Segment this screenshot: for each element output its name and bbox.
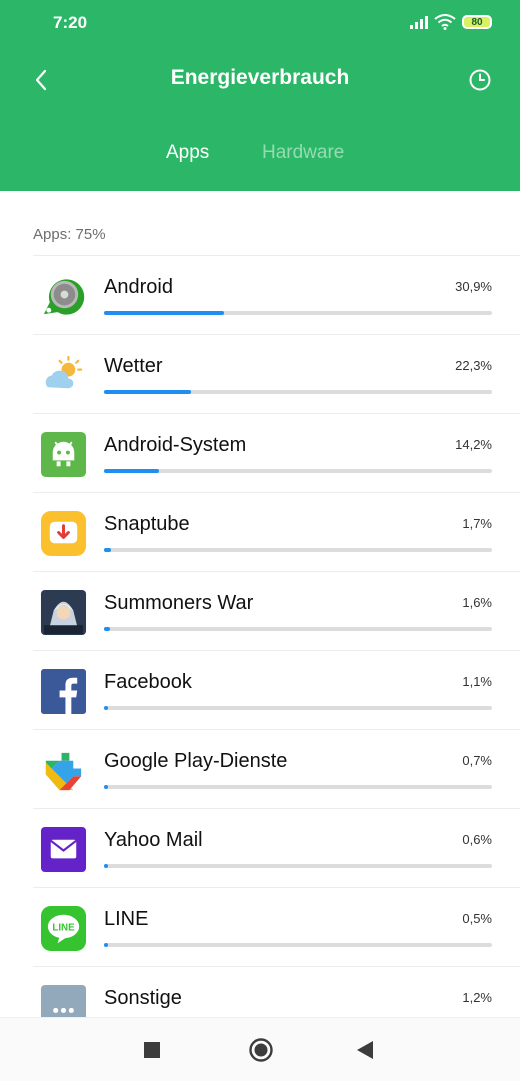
status-time: 7:20 — [53, 13, 88, 32]
back-icon[interactable] — [355, 1040, 375, 1060]
google-play-services-icon — [45, 752, 82, 791]
usage-bar-track — [104, 785, 492, 789]
status-icons: 80 — [410, 13, 492, 31]
app-name: Wetter — [104, 355, 163, 377]
usage-bar-track — [104, 627, 492, 631]
facebook-icon — [40, 668, 87, 715]
list-item[interactable]: Google Play-Dienste 0,7% — [33, 729, 520, 809]
list-item[interactable]: Yahoo Mail 0,6% — [33, 808, 520, 888]
recents-icon[interactable] — [143, 1041, 161, 1059]
app-percent: 1,7% — [462, 516, 492, 531]
tab-hardware[interactable]: Hardware — [262, 142, 344, 164]
usage-bar — [104, 469, 160, 473]
app-percent: 1,6% — [462, 595, 492, 610]
line-icon: LINE — [40, 905, 87, 952]
yahoo-mail-icon — [40, 826, 87, 873]
usage-bar-track — [104, 706, 492, 710]
usage-bar-track — [104, 864, 492, 868]
usage-bar-track — [104, 548, 492, 552]
list-item[interactable]: LINE LINE 0,5% — [33, 887, 520, 967]
app-percent: 0,6% — [462, 832, 492, 847]
battery-icon: 80 — [462, 15, 492, 29]
list-item[interactable]: Android 30,9% — [33, 255, 520, 335]
app-list: Android 30,9% Wetter 22,3% Android-Syste… — [0, 255, 520, 1017]
usage-bar — [104, 943, 108, 947]
list-item[interactable]: Sonstige 1,2% — [33, 966, 520, 1017]
app-header: 7:20 80 Energieverbrauch Apps Hardware — [0, 0, 520, 191]
tab-bar: Apps Hardware — [0, 142, 520, 172]
list-item[interactable]: Summoners War 1,6% — [33, 571, 520, 651]
section-label: Apps: 75% — [33, 226, 106, 243]
signal-icon — [410, 15, 428, 29]
page-title: Energieverbrauch — [170, 66, 350, 89]
list-item[interactable]: Wetter 22,3% — [33, 334, 520, 414]
app-percent: 1,1% — [462, 674, 492, 689]
weather-icon — [45, 355, 83, 389]
home-icon[interactable] — [248, 1037, 274, 1063]
app-name: LINE — [104, 908, 149, 930]
svg-text:LINE: LINE — [52, 922, 75, 933]
app-percent: 22,3% — [455, 358, 492, 373]
usage-bar-track — [104, 311, 492, 315]
tab-apps[interactable]: Apps — [166, 142, 209, 164]
android-os-icon — [43, 279, 85, 315]
app-name: Yahoo Mail — [104, 829, 203, 851]
list-item[interactable]: Facebook 1,1% — [33, 650, 520, 730]
usage-bar — [104, 785, 108, 789]
list-item[interactable]: Android-System 14,2% — [33, 413, 520, 493]
usage-bar — [104, 390, 191, 394]
app-name: Facebook — [104, 671, 192, 693]
system-nav-bar — [0, 1017, 520, 1081]
usage-bar — [104, 706, 109, 710]
app-name: Android-System — [104, 434, 247, 456]
app-name: Summoners War — [104, 592, 254, 614]
usage-bar — [104, 311, 224, 315]
others-icon — [40, 984, 87, 1017]
app-name: Sonstige — [104, 987, 182, 1009]
app-name: Snaptube — [104, 513, 190, 535]
usage-bar-track — [104, 943, 492, 947]
usage-bar — [104, 627, 111, 631]
app-percent: 0,7% — [462, 753, 492, 768]
app-name: Google Play-Dienste — [104, 750, 288, 772]
list-item[interactable]: Snaptube 1,7% — [33, 492, 520, 572]
wifi-icon — [434, 14, 456, 30]
summoners-war-icon — [40, 589, 87, 636]
snaptube-icon — [40, 510, 87, 557]
app-name: Android — [104, 276, 173, 298]
app-percent: 1,2% — [462, 990, 492, 1005]
android-system-icon — [40, 431, 87, 478]
clock-icon[interactable] — [468, 68, 492, 92]
app-percent: 30,9% — [455, 279, 492, 294]
app-percent: 0,5% — [462, 911, 492, 926]
status-bar: 7:20 80 — [0, 0, 520, 44]
usage-bar-track — [104, 390, 492, 394]
usage-bar-track — [104, 469, 492, 473]
app-percent: 14,2% — [455, 437, 492, 452]
usage-bar — [104, 864, 108, 868]
usage-bar — [104, 548, 111, 552]
